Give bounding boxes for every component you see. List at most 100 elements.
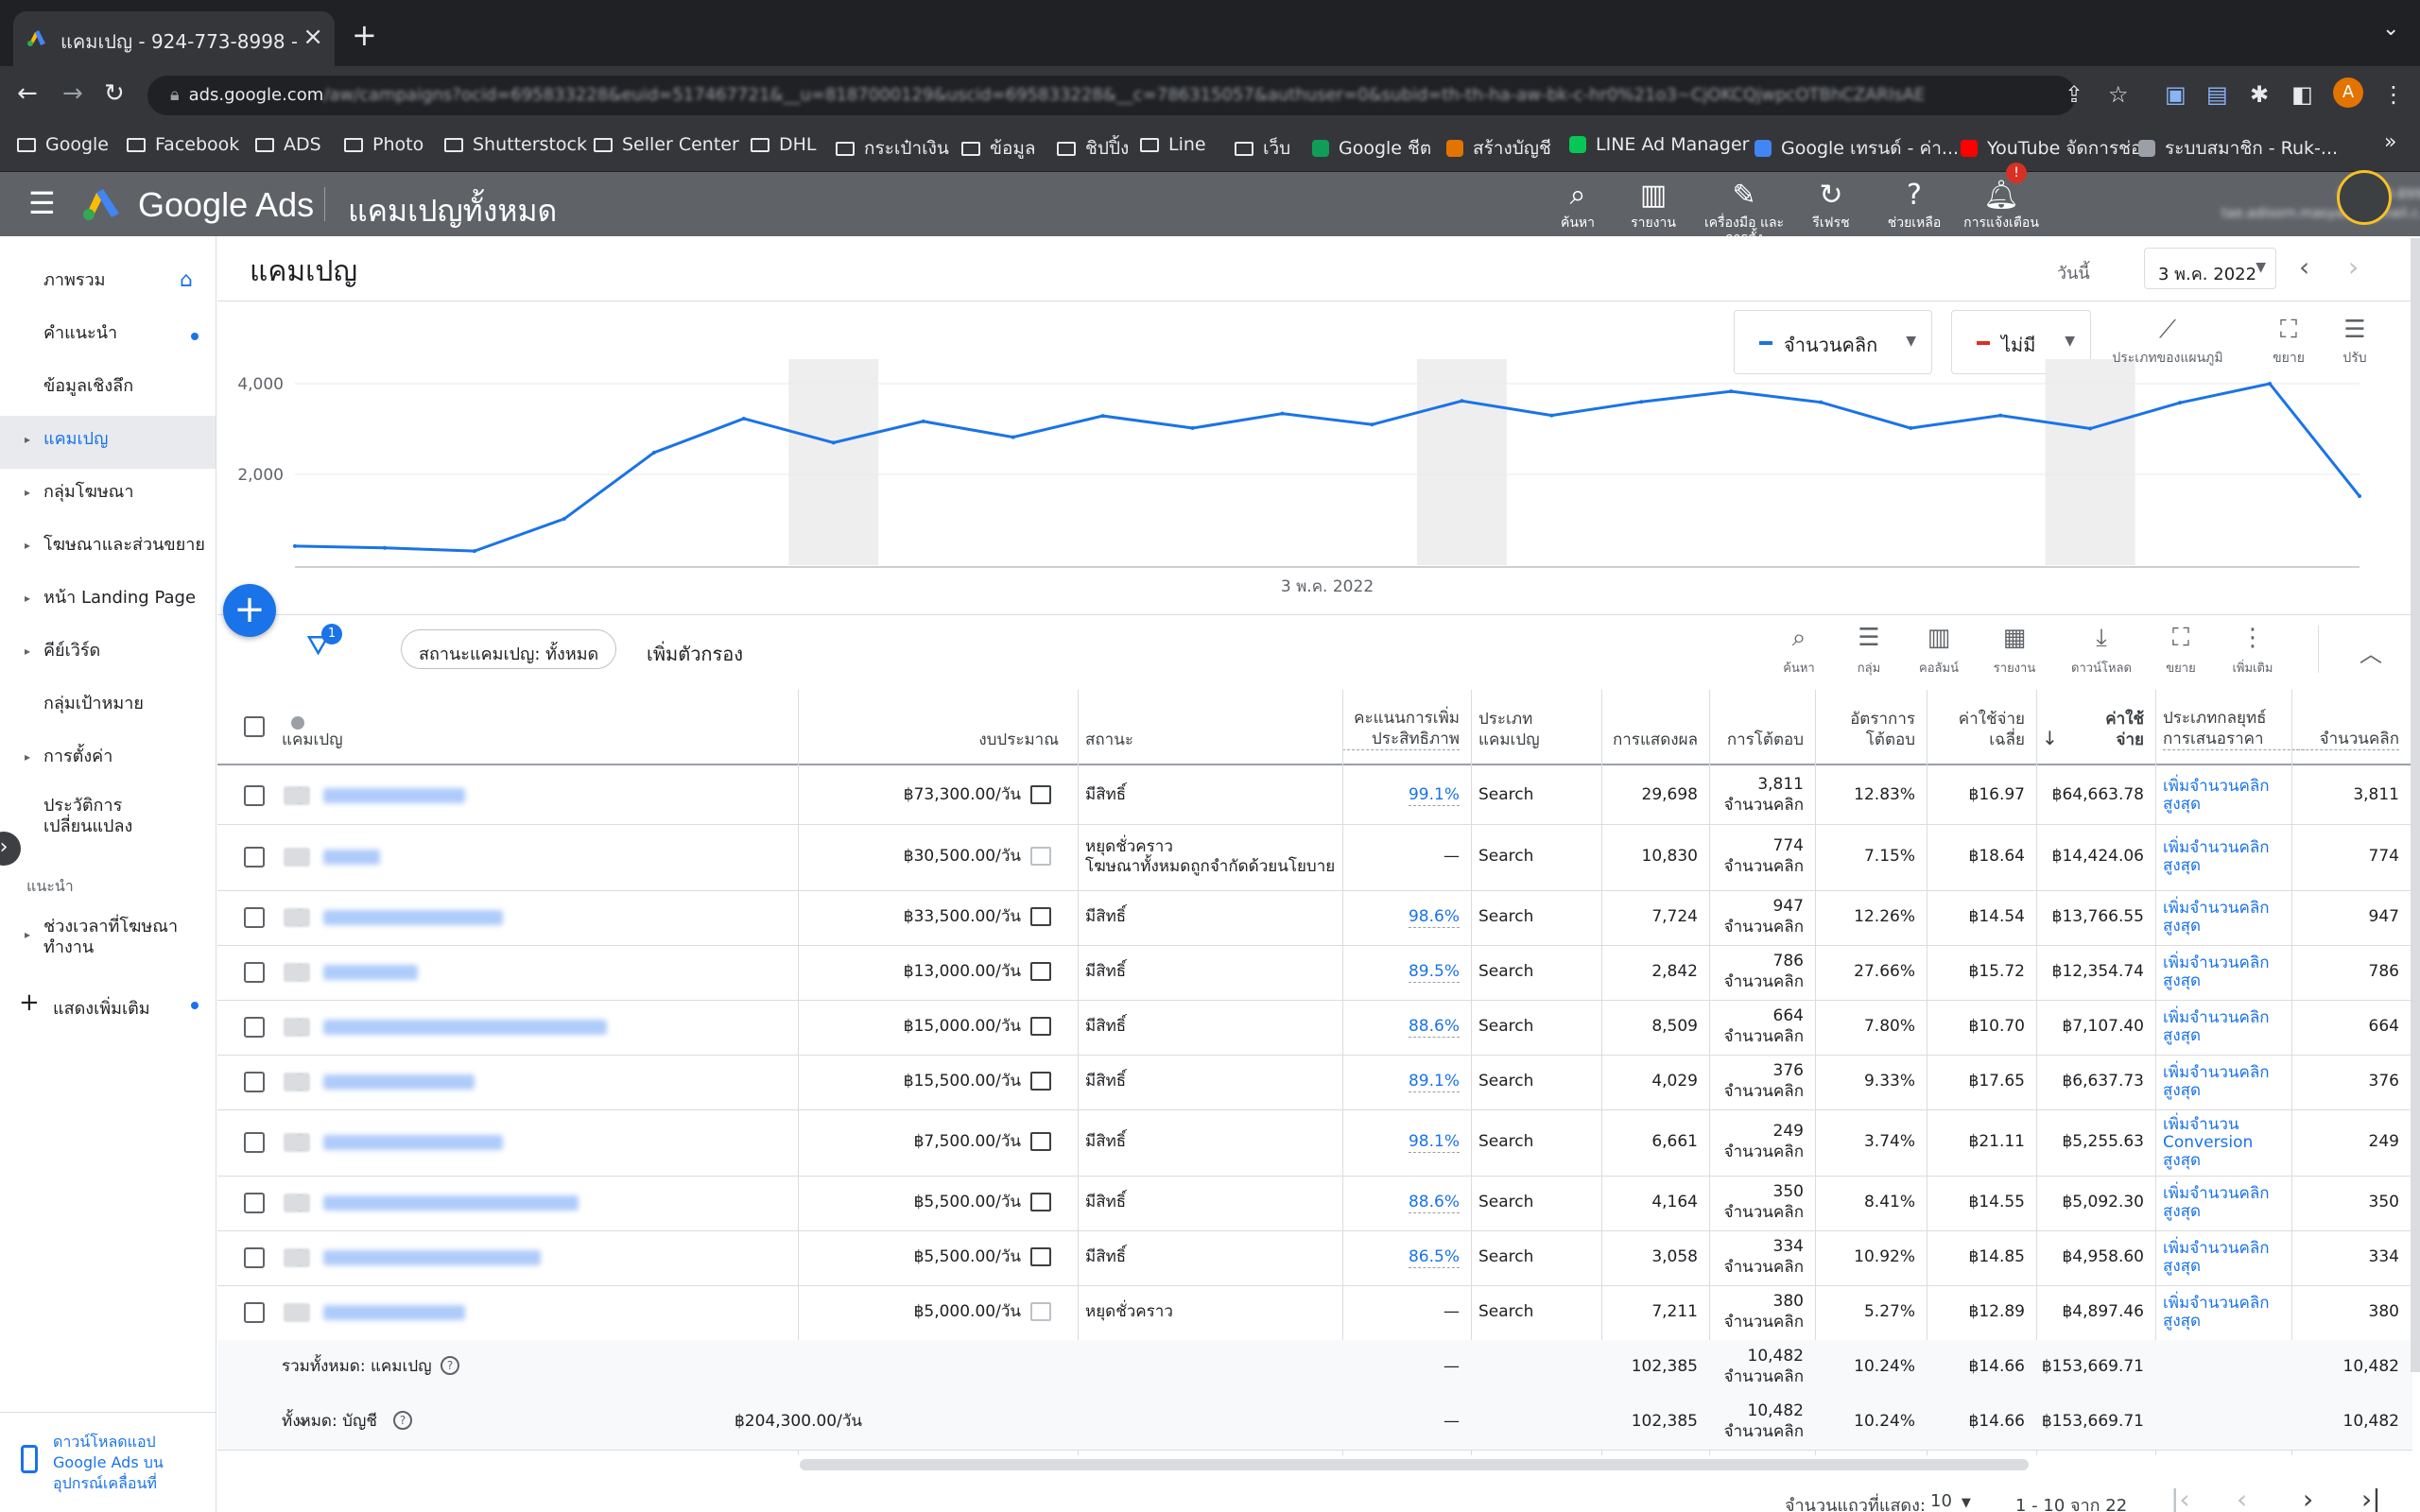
header-reports-button[interactable]: ▥ รายงาน [1611, 181, 1696, 232]
side-panel-icon[interactable]: ◧ [2291, 81, 2313, 108]
bid-strategy-link[interactable]: เพิ่มจำนวนคลิก สูงสุด [2163, 1064, 2291, 1100]
sidebar-item[interactable]: ▸ คีย์เวิร์ด [0, 627, 216, 680]
bookmark-item[interactable]: ชิปปิ้ง [1057, 134, 1129, 163]
segment-button[interactable]: ☰ กลุ่ม [1836, 624, 1902, 678]
last-page-icon[interactable]: ›| [2361, 1484, 2381, 1512]
data-point[interactable] [2178, 401, 2183, 405]
bookmark-item[interactable]: LINE Ad Manager [1569, 134, 1750, 155]
tab-search-chevron-icon[interactable]: ⌄ [2382, 17, 2399, 41]
optimization-score[interactable]: 88.6% [1408, 1017, 1460, 1038]
optimization-score[interactable]: 88.6% [1408, 1193, 1460, 1213]
close-icon[interactable]: × [302, 23, 323, 51]
optimization-score[interactable]: 98.6% [1408, 907, 1460, 928]
optimization-score[interactable]: 86.5% [1408, 1247, 1460, 1268]
row-checkbox[interactable] [244, 1072, 265, 1092]
add-filter-button[interactable]: เพิ่มตัวกรอง [647, 639, 743, 669]
bookmark-item[interactable]: YouTube จัดการช่อง [1961, 134, 2151, 163]
sidebar-item[interactable]: ▸ หน้า Landing Page [0, 575, 216, 627]
column-header-clicks[interactable]: จำนวนคลิก [2291, 729, 2399, 750]
bookmark-item[interactable]: สร้างบัญชี [1446, 134, 1551, 163]
bid-strategy-link[interactable]: เพิ่มจำนวนคลิก สูงสุด [2163, 1295, 2291, 1331]
menu-kebab-icon[interactable]: ⋮ [2382, 81, 2405, 108]
row-checkbox[interactable] [244, 1132, 265, 1153]
back-icon[interactable]: ← [17, 79, 38, 108]
extensions-puzzle-icon[interactable]: ✱ [2250, 81, 2269, 108]
select-all-checkbox[interactable] [244, 716, 265, 737]
campaign-name-link[interactable] [323, 850, 380, 865]
data-point[interactable] [741, 416, 746, 421]
data-point[interactable] [1639, 400, 1644, 404]
campaign-name-link[interactable] [323, 1195, 579, 1211]
bid-strategy-link[interactable]: เพิ่มจำนวนคลิก สูงสุด [2163, 954, 2291, 990]
column-header-intrate[interactable]: อัตราการ โต้ตอบ [1815, 709, 1915, 750]
sidebar-item[interactable]: คำแนะนำ [0, 310, 216, 363]
browser-tab[interactable]: แคมเปญ - 924-773-8998 - Goo × [13, 11, 335, 66]
data-point[interactable] [2268, 382, 2273, 386]
vertical-scrollbar[interactable] [2411, 238, 2420, 1372]
budget-chart-icon[interactable] [1030, 1302, 1051, 1321]
browser-profile-avatar[interactable]: A [2333, 77, 2363, 108]
help-icon[interactable]: ? [393, 1411, 412, 1430]
show-more-button[interactable]: + แสดงเพิ่มเติม [0, 983, 216, 1024]
data-point[interactable] [1190, 426, 1195, 431]
column-header-type[interactable]: ประเภท แคมเปญ [1478, 709, 1592, 750]
header-help-button[interactable]: ? ช่วยเหลือ [1872, 181, 1957, 232]
bookmark-item[interactable]: กระเป๋าเงิน [836, 134, 949, 163]
header-search-button[interactable]: ⌕ ค้นหา [1535, 181, 1620, 232]
bookmark-item[interactable]: Line [1140, 134, 1206, 155]
data-point[interactable] [1998, 413, 2003, 418]
campaign-name-link[interactable] [323, 1074, 475, 1090]
bookmark-item[interactable]: เว็บ [1235, 134, 1290, 163]
row-checkbox[interactable] [244, 907, 265, 928]
campaign-name-link[interactable] [323, 1250, 541, 1265]
bookmark-item[interactable]: ระบบสมาชิก - Ruk-... [2138, 134, 2338, 163]
sidebar-item[interactable]: ▸ ช่วงเวลาที่โฆษณา ทำงาน [0, 909, 216, 962]
address-bar[interactable]: 🔒︎ ads.google.com/aw/campaigns?ocid=69583… [147, 76, 2076, 115]
columns-button[interactable]: ▥ คอลัมน์ [1906, 624, 1972, 678]
campaign-name-link[interactable] [323, 965, 418, 980]
data-point[interactable] [1011, 435, 1015, 439]
new-tab-icon[interactable]: + [352, 17, 377, 53]
campaign-name-link[interactable] [323, 1020, 607, 1035]
data-point[interactable] [921, 419, 925, 423]
data-point[interactable] [2358, 494, 2361, 499]
chart-type-button[interactable]: ⟋ ประเภทของแผนภูมิ [2087, 316, 2248, 369]
collapse-chevron-up-icon[interactable]: ︿ [2360, 635, 2382, 668]
column-header-interactions[interactable]: การโต้ตอบ [1709, 730, 1804, 750]
first-page-icon[interactable]: |‹ [2170, 1484, 2190, 1512]
bid-strategy-link[interactable]: เพิ่มจำนวนคลิก สูงสุด [2163, 778, 2291, 814]
adjust-button[interactable]: ☰ ปรับ [2312, 316, 2397, 369]
more-button[interactable]: ⋮ เพิ่มเติม [2220, 624, 2286, 678]
data-point[interactable] [1280, 411, 1285, 416]
column-header-avgcost[interactable]: ค่าใช้จ่าย เฉลี่ย [1927, 709, 2025, 750]
share-icon[interactable]: ⇪ [2065, 81, 2083, 108]
row-checkbox[interactable] [244, 1302, 265, 1323]
chevron-left-icon[interactable]: ‹ [2299, 251, 2309, 283]
row-checkbox[interactable] [244, 847, 265, 868]
column-header-impr[interactable]: การแสดงผล [1601, 730, 1698, 750]
data-point[interactable] [1370, 422, 1374, 427]
sidebar-item[interactable]: ▸ กลุ่มโฆษณา [0, 469, 216, 522]
data-point[interactable] [1100, 414, 1105, 419]
campaign-name-link[interactable] [323, 1305, 465, 1320]
horizontal-scrollbar[interactable] [800, 1459, 2029, 1470]
column-header-status[interactable]: สถานะ [1085, 730, 1274, 750]
budget-chart-icon[interactable] [1030, 785, 1051, 804]
budget-chart-icon[interactable] [1030, 1132, 1051, 1151]
help-icon[interactable]: ? [441, 1356, 459, 1375]
row-checkbox[interactable] [244, 1247, 265, 1268]
prev-page-icon[interactable]: ‹ [2237, 1484, 2247, 1512]
campaign-name-link[interactable] [323, 1135, 503, 1150]
bid-strategy-link[interactable]: เพิ่มจำนวนคลิก สูงสุด [2163, 1240, 2291, 1276]
optimization-score[interactable]: 98.1% [1408, 1132, 1460, 1153]
budget-chart-icon[interactable] [1030, 1072, 1051, 1091]
bid-strategy-link[interactable]: เพิ่มจำนวนคลิก สูงสุด [2163, 839, 2291, 875]
data-point[interactable] [651, 450, 656, 455]
row-checkbox[interactable] [244, 962, 265, 983]
download-button[interactable]: ⤓ ดาวน์โหลด [2068, 624, 2135, 678]
bookmark-item[interactable]: Seller Center [594, 134, 739, 155]
bookmark-item[interactable]: Google ชีต [1312, 134, 1431, 163]
budget-chart-icon[interactable] [1030, 907, 1051, 926]
extension-translate-icon[interactable]: ▣ [2165, 81, 2187, 108]
bid-strategy-link[interactable]: เพิ่มจำนวนคลิก สูงสุด [2163, 900, 2291, 936]
